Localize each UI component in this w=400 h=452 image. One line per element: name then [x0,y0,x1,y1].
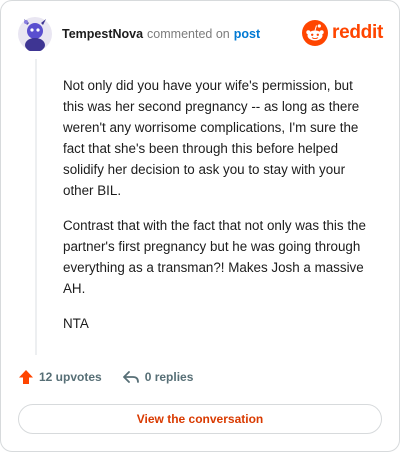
post-link[interactable]: post [234,27,260,41]
upvote-arrow-icon [19,370,33,384]
comment-paragraph: Not only did you have your wife's permis… [63,78,360,198]
reddit-wordmark: reddit [332,22,383,43]
reply-arrow-icon [122,371,139,383]
author-name[interactable]: TempestNova [62,27,143,41]
reply-button[interactable]: 0 replies [122,369,194,385]
comment-paragraph: Contrast that with the fact that not onl… [63,218,366,296]
view-conversation-button[interactable]: View the conversation [18,404,382,434]
comment-footer: 12 upvotes 0 replies [18,369,193,385]
upvote-count: 12 upvotes [39,370,102,384]
comment-action-text: commented on [147,27,230,41]
comment-header: TempestNova commented on post [18,16,260,52]
user-avatar[interactable] [18,17,52,52]
thread-line [35,59,37,355]
comment-embed-card: TempestNova commented on post reddit Not… [0,0,400,452]
avatar-icon [18,17,52,52]
reddit-logo[interactable]: reddit [302,20,383,46]
comment-body: Not only did you have your wife's permis… [63,75,375,348]
reply-count: 0 replies [144,370,194,384]
upvote-button[interactable]: 12 upvotes [18,369,102,385]
reddit-snoo-icon [302,20,329,46]
comment-paragraph: NTA [63,316,89,331]
